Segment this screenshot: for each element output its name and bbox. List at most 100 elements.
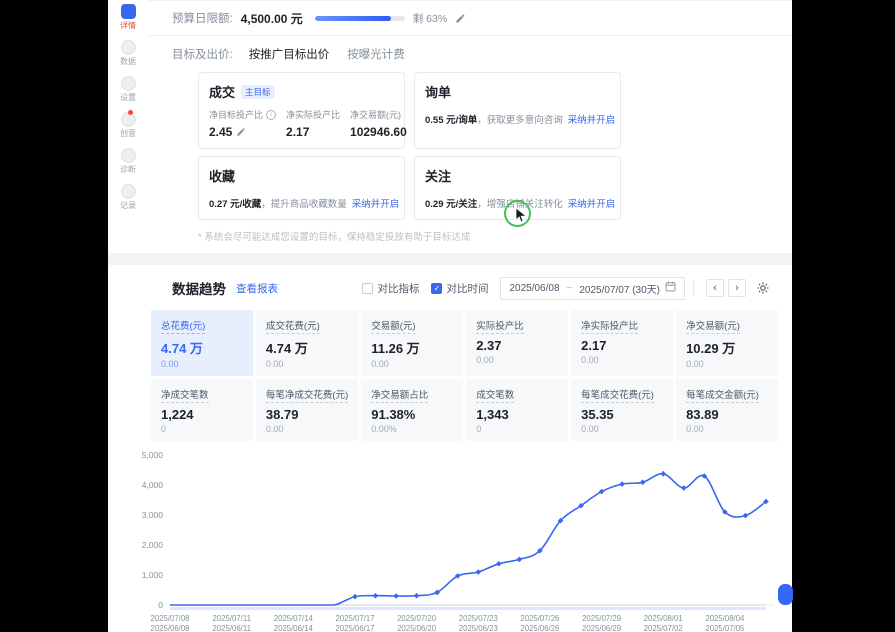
metric-value: 1,224	[161, 407, 243, 422]
metric-card[interactable]: 成交花费(元)4.74 万0.00	[256, 310, 358, 376]
detail-icon	[121, 4, 136, 19]
anchor-nav-label: 创意	[120, 128, 136, 139]
vertical-divider	[693, 281, 694, 295]
goal-card: 成交主目标净目标投产比2.45净实际投产比2.17净交易额(元)102946.6…	[198, 72, 405, 149]
compare-time-label: 对比时间	[446, 281, 488, 296]
goal-metric-value: 2.45	[209, 125, 276, 139]
metric-card[interactable]: 总花费(元)4.74 万0.00	[151, 310, 253, 376]
anchor-nav: 详情数据设置创意诊断记录	[108, 2, 148, 211]
calendar-icon	[665, 281, 676, 295]
anchor-nav-item-settings[interactable]: 设置	[120, 76, 136, 103]
anchor-nav-label: 诊断	[120, 164, 136, 175]
svg-text:2025/06/08: 2025/06/08	[150, 624, 189, 632]
metric-card[interactable]: 每笔净成交花费(元)38.790.00	[256, 379, 358, 441]
metric-card[interactable]: 成交笔数1,3430	[466, 379, 568, 441]
date-start: 2025/06/08	[509, 283, 559, 294]
metric-card[interactable]: 每笔成交花费(元)35.350.00	[571, 379, 673, 441]
goal-metric-label: 净实际投产比	[286, 108, 340, 121]
metric-card[interactable]: 净实际投产比 2.17 0.00	[571, 310, 673, 376]
goal-card: 关注0.29 元/关注，增强店铺关注转化采纳并开启	[414, 156, 621, 220]
adopt-enable-link[interactable]: 采纳并开启	[568, 115, 616, 126]
goal-metric-label: 净目标投产比	[209, 108, 276, 121]
metric-compare-value: 0.00	[686, 359, 768, 369]
primary-goal-badge: 主目标	[241, 85, 275, 99]
metric-label: 净实际投产比	[581, 318, 638, 334]
anchor-nav-item-history[interactable]: 记录	[120, 184, 136, 211]
goal-metric: 净实际投产比2.17	[286, 108, 340, 139]
svg-text:2025/07/08: 2025/07/08	[150, 614, 189, 623]
anchor-nav-label: 数据	[120, 56, 136, 67]
date-range-picker[interactable]: 2025/06/08 ~ 2025/07/07 (30天)	[500, 277, 685, 300]
compare-metric-checkbox[interactable]: 对比指标	[362, 281, 419, 296]
svg-text:1,000: 1,000	[142, 570, 164, 580]
anchor-nav-label: 详情	[120, 20, 136, 31]
svg-text:2025/07/02: 2025/07/02	[644, 624, 683, 632]
metric-card[interactable]: 净交易额(元)10.29 万0.00	[676, 310, 778, 376]
svg-text:2025/06/14: 2025/06/14	[274, 624, 314, 632]
bidding-option[interactable]: 按推广目标出价	[249, 49, 330, 61]
metric-card[interactable]: 净交易额占比91.38%0.00%	[361, 379, 463, 441]
metric-value: 4.74 万	[161, 338, 243, 357]
diagnose-icon	[121, 148, 136, 163]
goal-metric: 净目标投产比 2.45	[209, 108, 276, 139]
next-period-button[interactable]: ›	[728, 279, 746, 297]
anchor-nav-item-detail[interactable]: 详情	[120, 4, 136, 31]
metric-card[interactable]: 每笔成交金额(元)83.890.00	[676, 379, 778, 441]
anchor-nav-label: 记录	[120, 200, 136, 211]
edit-budget-icon[interactable]	[455, 13, 466, 24]
metric-compare-value: 0.00	[581, 355, 663, 365]
metric-compare-value: 0.00%	[371, 424, 453, 434]
metric-label: 每笔成交花费(元)	[581, 387, 654, 403]
settings-icon	[121, 76, 136, 91]
anchor-nav-item-data[interactable]: 数据	[120, 40, 136, 67]
prev-period-button[interactable]: ‹	[706, 279, 724, 297]
bidding-options: 按推广目标出价 按曝光计费	[249, 45, 423, 63]
metric-label: 每笔成交金额(元)	[686, 387, 759, 403]
svg-text:2025/08/01: 2025/08/01	[644, 614, 683, 623]
divider	[148, 35, 792, 36]
goal-card: 询单0.55 元/询单，获取更多意向咨询采纳并开启	[414, 72, 621, 149]
floating-side-button[interactable]	[778, 584, 793, 605]
metric-value: 38.79	[266, 407, 348, 422]
metric-value: 2.37	[476, 338, 558, 353]
svg-text:2025/08/04: 2025/08/04	[705, 614, 745, 623]
metric-compare-value: 0.00	[371, 359, 453, 369]
metric-card[interactable]: 净成交笔数1,2240	[151, 379, 253, 441]
svg-text:2025/07/17: 2025/07/17	[335, 614, 374, 623]
svg-text:2025/07/20: 2025/07/20	[397, 614, 437, 623]
metric-label: 净成交笔数	[161, 387, 209, 403]
settings-gear-icon[interactable]	[756, 281, 770, 295]
date-separator: ~	[567, 283, 573, 294]
metric-compare-value: 0	[476, 424, 558, 434]
info-icon	[266, 110, 276, 120]
history-icon	[121, 184, 136, 199]
goal-cards: 成交主目标净目标投产比2.45净实际投产比2.17净交易额(元)102946.6…	[198, 72, 770, 220]
svg-text:0: 0	[158, 600, 163, 610]
metric-card[interactable]: 实际投产比2.370.00	[466, 310, 568, 376]
view-report-link[interactable]: 查看报表	[236, 281, 278, 296]
bidding-row: 目标及出价: 按推广目标出价按曝光计费	[172, 45, 770, 63]
goal-metric-value: 102946.60	[350, 125, 407, 139]
checkbox-checked-icon	[431, 283, 442, 294]
campaign-detail-panel: 详情数据设置创意诊断记录 预算日限额: 4,500.00 元 剩 63% 目标及…	[108, 0, 792, 632]
main-content: 预算日限额: 4,500.00 元 剩 63% 目标及出价: 按推广目标出价按曝…	[148, 0, 792, 632]
metric-compare-value: 0.00	[581, 424, 663, 434]
metric-card[interactable]: 交易额(元)11.26 万0.00	[361, 310, 463, 376]
adopt-enable-link[interactable]: 采纳并开启	[352, 199, 400, 210]
svg-text:2025/07/11: 2025/07/11	[212, 614, 250, 623]
budget-amount: 4,500.00 元	[241, 10, 303, 27]
compare-time-checkbox[interactable]: 对比时间	[431, 281, 488, 296]
metric-label: 净交易额(元)	[686, 318, 740, 334]
compare-metric-label: 对比指标	[377, 281, 419, 296]
edit-icon[interactable]	[236, 127, 246, 137]
metric-compare-value: 0.00	[266, 424, 348, 434]
metric-value: 1,343	[476, 407, 558, 422]
adopt-enable-link[interactable]: 采纳并开启	[568, 199, 616, 210]
goal-card-title: 成交	[209, 82, 235, 101]
svg-text:2025/06/17: 2025/06/17	[335, 624, 374, 632]
svg-text:5,000: 5,000	[142, 450, 164, 460]
anchor-nav-item-diagnose[interactable]: 诊断	[120, 148, 136, 175]
bidding-option[interactable]: 按曝光计费	[347, 49, 405, 61]
anchor-nav-item-creative[interactable]: 创意	[120, 112, 136, 139]
metric-value: 2.17	[581, 338, 663, 353]
